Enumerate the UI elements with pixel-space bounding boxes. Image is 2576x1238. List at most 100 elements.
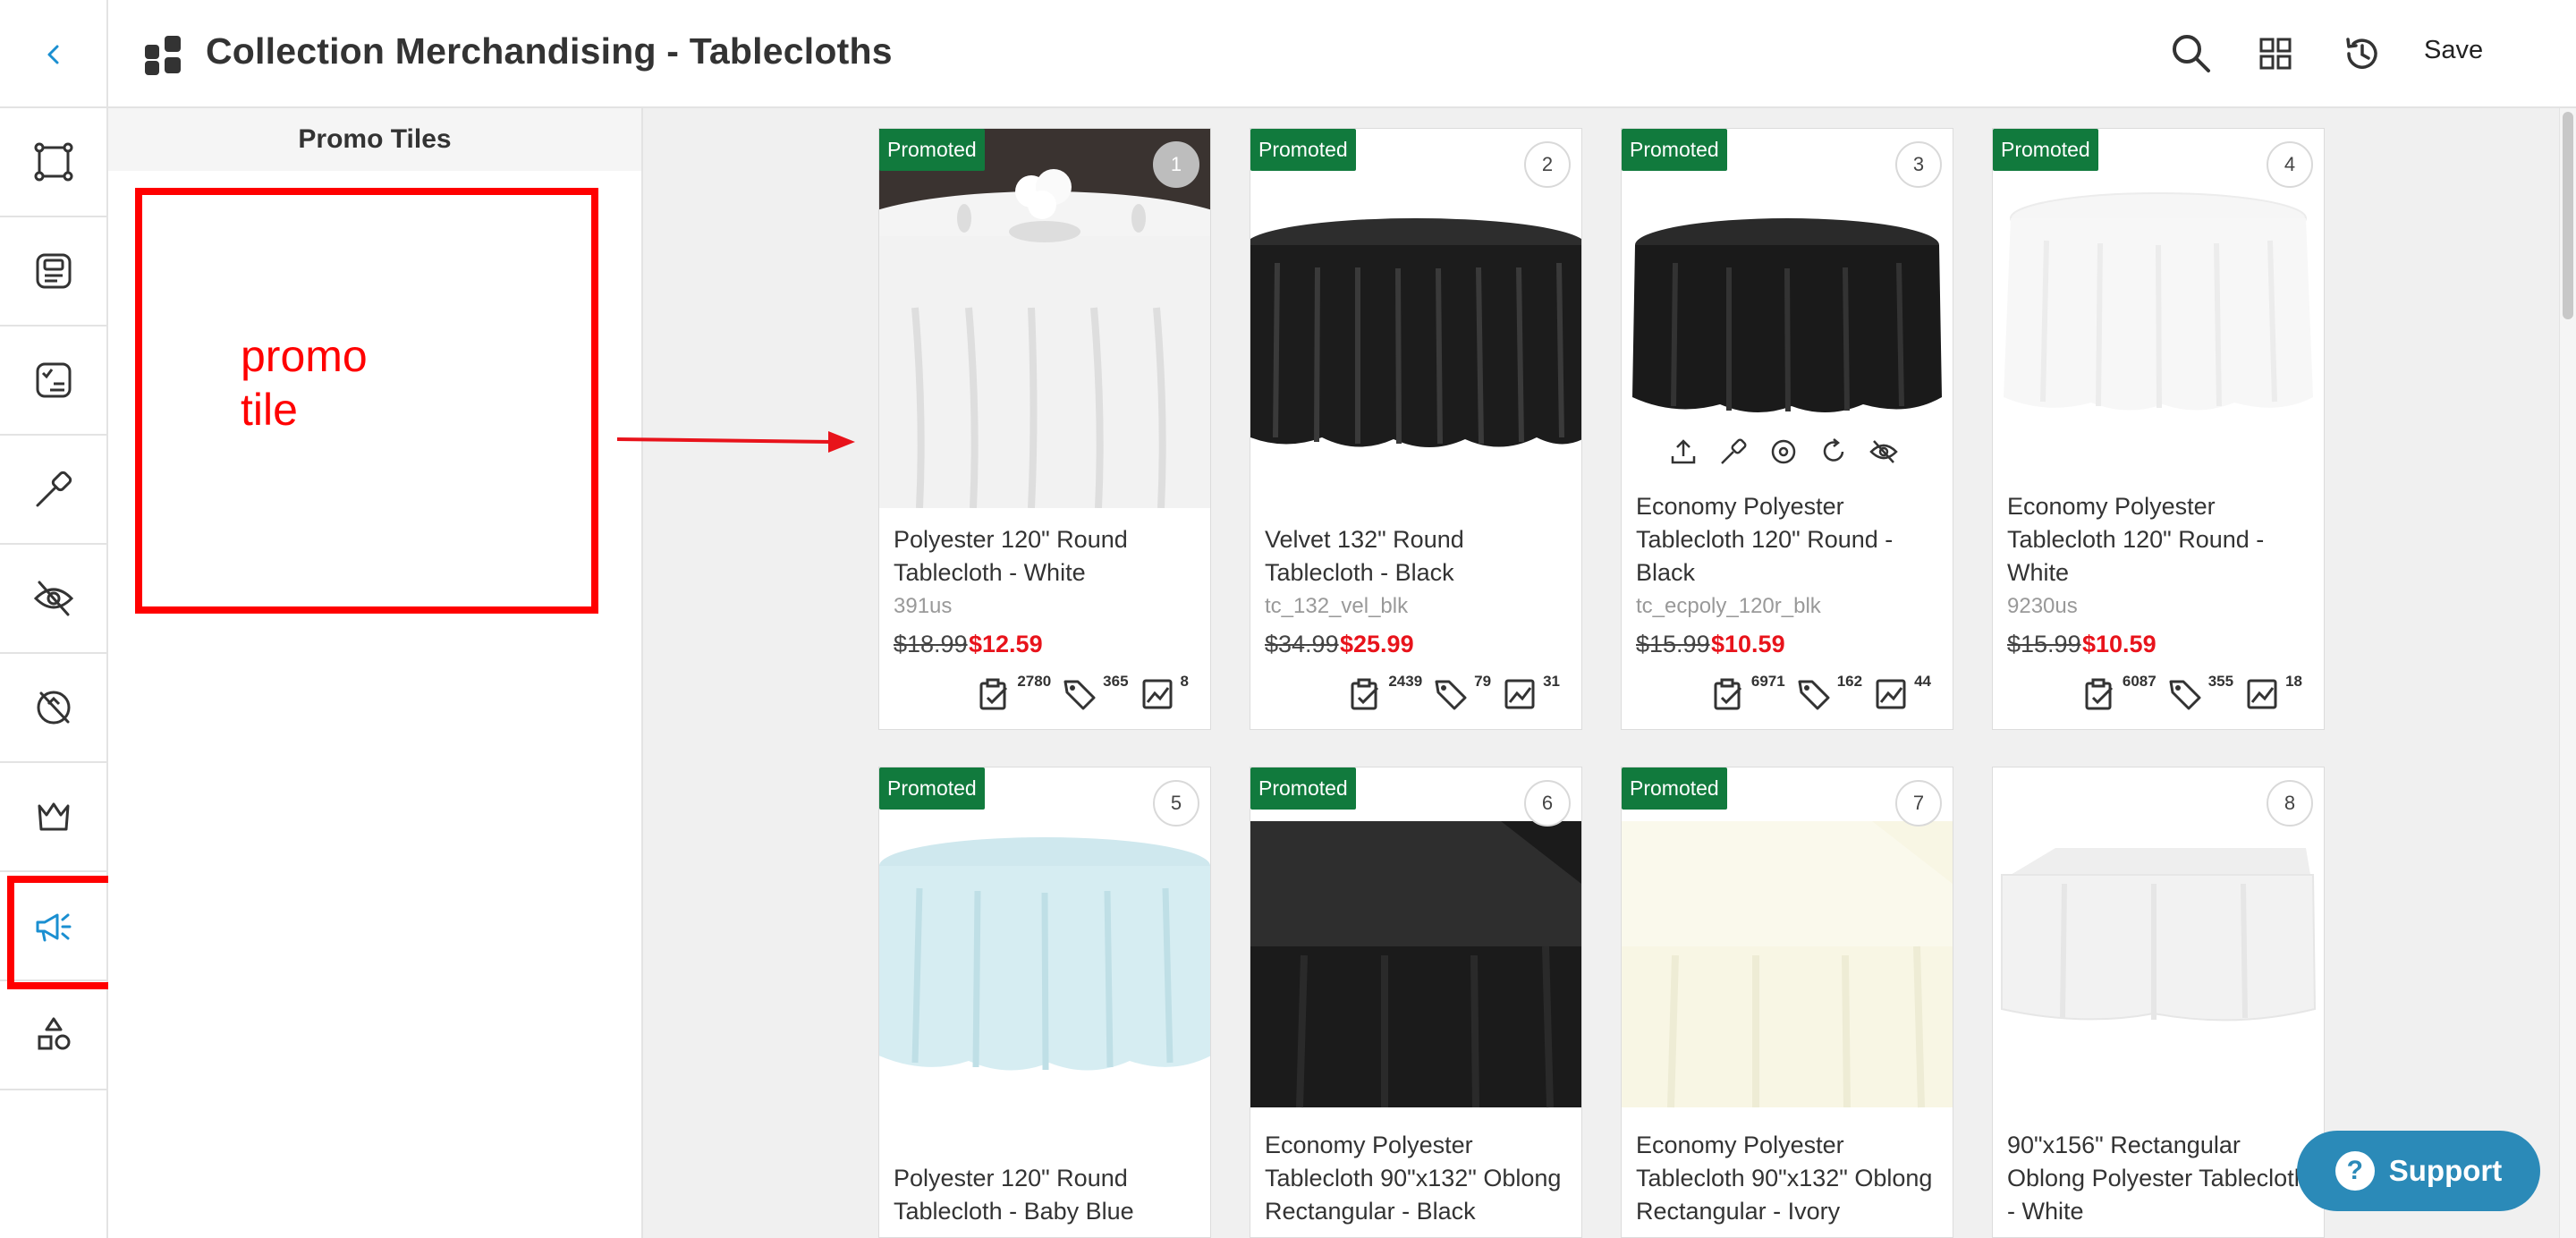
annotation-rail-highlight (7, 876, 119, 989)
stat-orders: 2439 (1388, 673, 1423, 690)
apps-icon (145, 36, 181, 75)
product-card[interactable]: Promoted 6 Economy Polyester Tablecloth 9… (1250, 767, 1582, 1238)
promoted-badge: Promoted (1250, 767, 1356, 810)
stat-trend: 31 (1543, 673, 1560, 690)
product-name: Polyester 120" Round Tablecloth - White (894, 526, 1128, 586)
product-sku: 9230us (2007, 594, 2078, 618)
stat-orders: 2780 (1017, 673, 1052, 690)
position-number[interactable]: 8 (2267, 780, 2313, 827)
promoted-badge: Promoted (879, 129, 985, 171)
product-stats: 6087 355 18 (2081, 673, 2308, 712)
help-icon: ? (2334, 1151, 2375, 1191)
product-stats: 6971 162 44 (1710, 673, 1936, 712)
product-card[interactable]: Promoted 1 Polyester 120" Round Tableclot… (878, 128, 1211, 730)
product-image (879, 129, 1210, 508)
product-card[interactable]: Promoted 4 Economy Polyester Tablecloth 1… (1992, 128, 2325, 730)
rail-item-frame[interactable] (0, 108, 106, 217)
hide-icon (33, 581, 73, 616)
rail-item-exclude[interactable] (0, 654, 106, 763)
tag-icon (1435, 680, 1467, 710)
position-number[interactable]: 7 (1895, 780, 1942, 827)
product-card[interactable]: Promoted 3 Economy Polyester Tablecloth 1… (1621, 128, 1953, 730)
trend-chart-icon (1876, 679, 1906, 709)
grid-view-icon[interactable] (2252, 30, 2299, 77)
product-image (1993, 129, 2324, 508)
rail-item-pin[interactable] (0, 436, 106, 545)
rail-item-crown[interactable] (0, 763, 106, 872)
card-tools (1668, 437, 1899, 467)
product-image (1250, 767, 1581, 1147)
original-price: $15.99 (2007, 631, 2081, 657)
promoted-badge: Promoted (1993, 129, 2098, 171)
tag-icon (1798, 680, 1830, 710)
rail-item-rules[interactable] (0, 326, 106, 436)
product-sku: tc_132_vel_blk (1265, 594, 1409, 618)
save-button[interactable]: Save (2424, 36, 2483, 65)
product-card-icon (36, 253, 71, 289)
product-name: 90"x156" Rectangular Oblong Polyester Tab… (2007, 1132, 2308, 1225)
page-title: Collection Merchandising - Tablecloths (206, 30, 893, 72)
stat-tags: 365 (1103, 673, 1129, 690)
sale-price: $12.59 (969, 631, 1043, 657)
product-image (1622, 767, 1953, 1147)
promo-tiles-panel: Promo Tiles promo tile (108, 108, 643, 1238)
promo-tile[interactable]: promo tile (135, 188, 598, 614)
clipboard-check-icon (979, 678, 1008, 710)
product-name: Economy Polyester Tablecloth 90"x132" Obl… (1636, 1132, 1933, 1225)
support-button[interactable]: ? Support (2297, 1131, 2540, 1211)
upload-icon[interactable] (1668, 437, 1699, 467)
refresh-icon[interactable] (1818, 437, 1849, 467)
rail-item-shapes[interactable] (0, 981, 106, 1090)
stat-tags: 355 (2207, 673, 2234, 690)
rail-item-hide[interactable] (0, 545, 106, 654)
crown-icon (38, 802, 69, 831)
promoted-badge: Promoted (1622, 767, 1727, 810)
tag-icon (2169, 680, 2201, 710)
pin-icon (36, 471, 72, 507)
rail-item-product-card[interactable] (0, 217, 106, 326)
stat-trend: 44 (1914, 673, 1931, 690)
history-icon[interactable] (2338, 30, 2385, 77)
search-icon[interactable] (2168, 30, 2215, 77)
product-stats: 2439 79 31 (1347, 673, 1565, 712)
clipboard-check-icon (1714, 678, 1741, 710)
product-card[interactable]: Promoted 7 Economy Polyester Tablecloth 9… (1621, 767, 1953, 1238)
scrollbar[interactable] (2559, 108, 2576, 1238)
original-price: $15.99 (1636, 631, 1710, 657)
stat-trend: 18 (2285, 673, 2302, 690)
product-card[interactable]: 8 90"x156" Rectangular Oblong Polyester T… (1992, 767, 2325, 1238)
product-name: Economy Polyester Tablecloth 90"x132" Obl… (1265, 1132, 1562, 1225)
pin-icon[interactable] (1718, 437, 1749, 467)
trend-chart-icon (1142, 679, 1173, 709)
promoted-badge: Promoted (1250, 129, 1356, 171)
position-number[interactable]: 2 (1524, 141, 1571, 188)
stat-tags: 79 (1474, 673, 1492, 690)
back-button[interactable] (0, 0, 108, 108)
promoted-badge: Promoted (1622, 129, 1727, 171)
sale-price: $10.59 (2082, 631, 2157, 657)
trend-chart-icon (2247, 679, 2277, 709)
position-number[interactable]: 4 (2267, 141, 2313, 188)
position-number[interactable]: 3 (1895, 141, 1942, 188)
target-refresh-icon[interactable] (1768, 437, 1799, 467)
position-number[interactable]: 5 (1153, 780, 1199, 827)
rules-icon (36, 362, 71, 398)
product-card[interactable]: Promoted 2 Velvet 132" Round Tablecloth -… (1250, 128, 1582, 730)
stat-tags: 162 (1836, 673, 1863, 690)
position-number[interactable]: 6 (1524, 780, 1571, 827)
frame-icon (34, 142, 72, 182)
original-price: $34.99 (1265, 631, 1339, 657)
hide-icon[interactable] (1868, 437, 1899, 467)
product-sku: tc_ecpoly_120r_blk (1636, 594, 1821, 618)
clipboard-check-icon (1351, 678, 1379, 710)
sale-price: $10.59 (1711, 631, 1785, 657)
product-name: Economy Polyester Tablecloth 120" Round -… (2007, 493, 2265, 586)
promo-annotation-text: promo tile (241, 331, 368, 435)
scrollbar-thumb[interactable] (2563, 112, 2573, 319)
original-price: $18.99 (894, 631, 968, 657)
product-card[interactable]: Promoted 5 Polyester 120" Round Tableclot… (878, 767, 1211, 1238)
exclude-icon (37, 691, 70, 725)
stat-orders: 6971 (1750, 673, 1785, 690)
position-number[interactable]: 1 (1153, 141, 1199, 188)
product-name: Economy Polyester Tablecloth 120" Round -… (1636, 493, 1894, 586)
